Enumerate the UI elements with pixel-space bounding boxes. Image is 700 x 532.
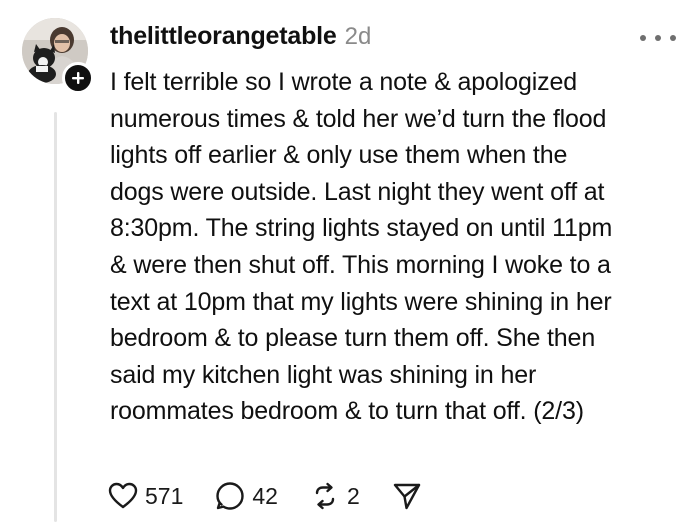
post-body-line: bedroom & to please turn them off. She t…	[110, 324, 596, 353]
more-options-button[interactable]	[640, 28, 676, 48]
like-count: 571	[145, 482, 184, 509]
post-body-line: text at 10pm that my lights were shining…	[110, 287, 612, 316]
thread-connector-line	[54, 112, 57, 522]
more-icon	[640, 35, 646, 41]
follow-button[interactable]	[62, 62, 94, 94]
more-icon-dot	[655, 35, 661, 41]
post-body-line: dogs were outside. Last night they went …	[110, 177, 605, 206]
share-button[interactable]	[392, 481, 422, 511]
post-header: thelittleorangetable 2d	[110, 22, 371, 51]
post-body-line: lights off earlier & only use them when …	[110, 141, 568, 170]
username-link[interactable]: thelittleorangetable	[110, 22, 337, 51]
post-body-line: numerous times & told her we’d turn the …	[110, 104, 607, 133]
post-timestamp[interactable]: 2d	[345, 23, 372, 51]
heart-icon	[108, 482, 138, 509]
repost-icon	[315, 482, 335, 510]
plus-icon	[72, 72, 84, 84]
post-body: I felt terrible so I wrote a note & apol…	[110, 64, 675, 430]
comment-icon	[216, 482, 245, 510]
avatar-container	[22, 18, 94, 94]
reply-count: 42	[252, 482, 278, 509]
send-icon	[393, 483, 420, 510]
thread-post: thelittleorangetable 2d I felt terrible …	[0, 0, 700, 532]
repost-button[interactable]: 2	[310, 481, 360, 511]
post-body-line: roommates bedroom & to turn that off. (2…	[110, 397, 584, 426]
repost-count: 2	[346, 482, 360, 509]
reply-button[interactable]: 42	[215, 481, 278, 511]
post-body-line: 8:30pm. The string lights stayed on unti…	[110, 214, 613, 243]
post-body-line: said my kitchen light was shining in her	[110, 360, 537, 389]
post-body-line: I felt terrible so I wrote a note & apol…	[110, 68, 577, 96]
post-actions: 571 42 2	[108, 478, 454, 514]
more-icon-dot	[670, 35, 676, 41]
like-button[interactable]: 571	[108, 482, 183, 510]
post-body-line: & were then shut off. This morning I wok…	[110, 250, 611, 279]
